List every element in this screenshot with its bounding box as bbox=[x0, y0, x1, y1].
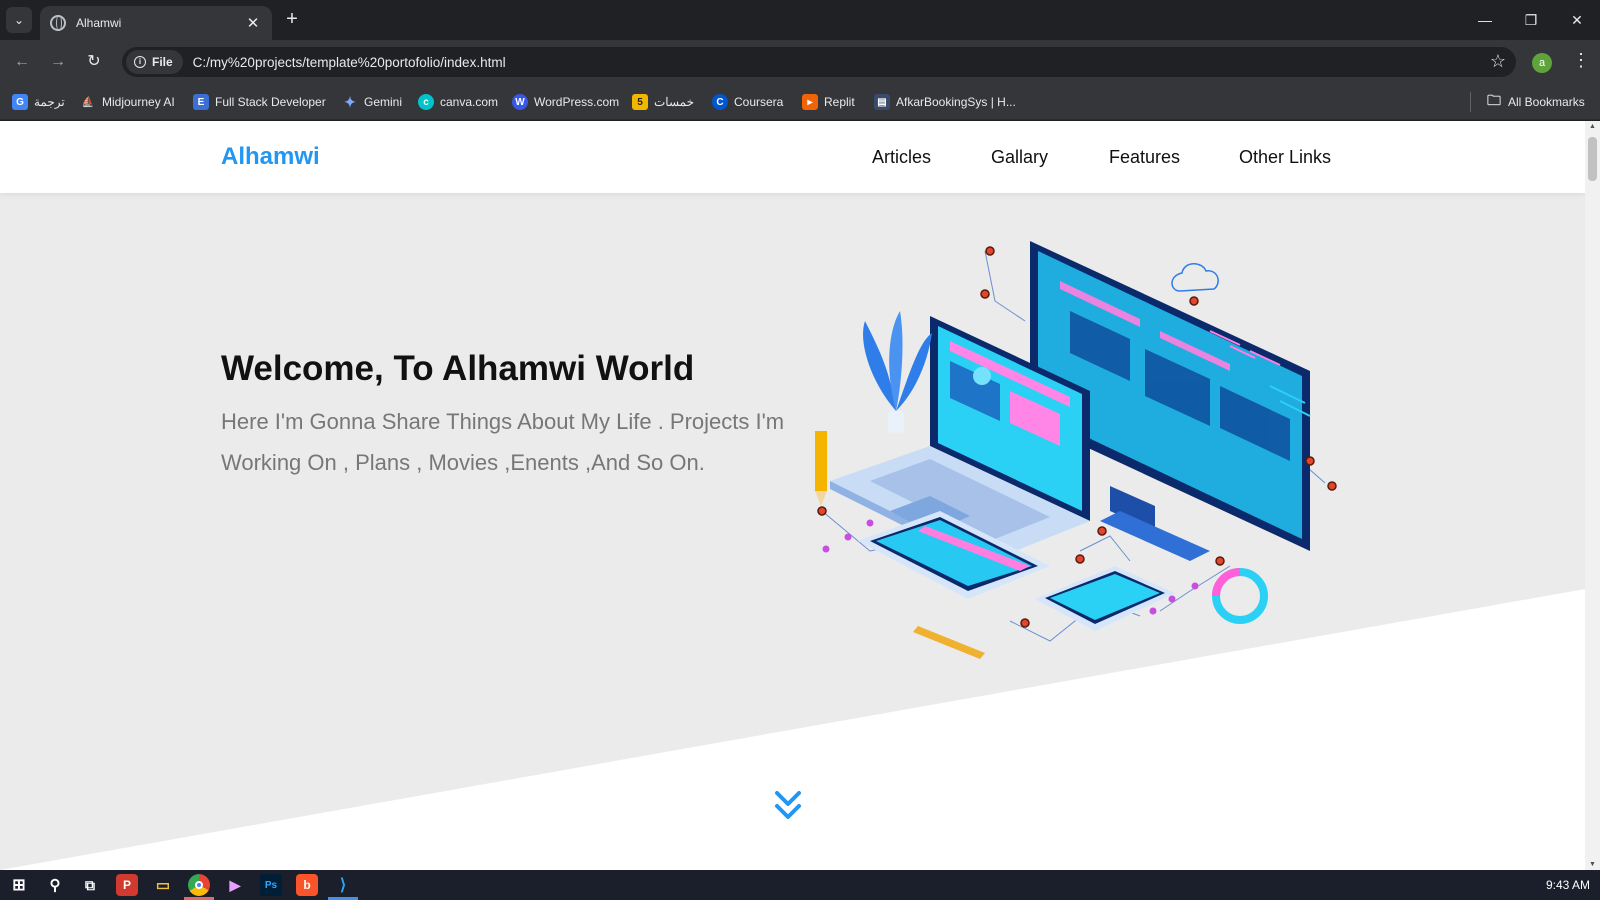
windows-taskbar: ⊞ ⚲ ⧉ P ▭ ▶ Ps b ⟩ 9:43 AM bbox=[0, 870, 1600, 900]
tab-search-button[interactable]: ⌄ bbox=[6, 7, 32, 33]
page-scrollbar[interactable]: ▲ ▼ bbox=[1585, 121, 1600, 870]
site-info-label: File bbox=[152, 55, 173, 69]
bookmark-label: Full Stack Developer bbox=[215, 95, 326, 109]
windows-start-icon[interactable]: ⊞ bbox=[8, 874, 30, 896]
scroll-down-chevron-icon[interactable] bbox=[773, 789, 803, 823]
minimize-button[interactable]: — bbox=[1462, 0, 1508, 40]
nav-link-features[interactable]: Features bbox=[1109, 147, 1180, 168]
new-tab-button[interactable]: + bbox=[280, 8, 304, 32]
hero-title: Welcome, To Alhamwi World bbox=[221, 349, 695, 388]
hero-description: Here I'm Gonna Share Things About My Lif… bbox=[221, 409, 785, 475]
bookmark-star-icon[interactable]: ☆ bbox=[1490, 51, 1506, 72]
bookmark-item[interactable]: ▸ Replit bbox=[802, 93, 855, 111]
tab-close-icon[interactable]: ✕ bbox=[244, 14, 262, 32]
browser-toolbar: ← → ↻ i File C:/my%20projects/template%2… bbox=[0, 40, 1600, 84]
coursera-icon: C bbox=[712, 94, 728, 110]
folder-icon: 🗀 bbox=[1487, 92, 1501, 108]
bookmark-item[interactable]: c canva.com bbox=[418, 93, 498, 111]
media-player-icon[interactable]: ▶ bbox=[224, 874, 246, 896]
back-button[interactable]: ← bbox=[10, 50, 34, 74]
bookmarks-divider bbox=[1470, 92, 1471, 112]
brave-icon[interactable]: b bbox=[296, 874, 318, 896]
bookmark-label: ترجمة bbox=[34, 95, 65, 109]
bookmark-label: canva.com bbox=[440, 95, 499, 109]
bookmark-item[interactable]: ✦ Gemini bbox=[342, 93, 402, 111]
nav-link-articles[interactable]: Articles bbox=[872, 147, 931, 168]
gemini-sparkle-icon: ✦ bbox=[344, 93, 356, 110]
tab-title: Alhamwi bbox=[76, 16, 122, 30]
taskbar-clock[interactable]: 9:43 AM bbox=[1546, 878, 1590, 892]
bookmark-label: Coursera bbox=[734, 95, 784, 109]
info-icon: i bbox=[134, 56, 146, 68]
page-viewport: Alhamwi Articles Gallary Features Other … bbox=[0, 121, 1585, 870]
browser-tab-active[interactable]: Alhamwi ✕ bbox=[40, 6, 272, 40]
bookmark-item[interactable]: ⛵ Midjourney AI bbox=[80, 93, 175, 111]
close-window-button[interactable]: ✕ bbox=[1554, 0, 1600, 40]
chrome-icon[interactable] bbox=[188, 874, 210, 896]
url-text[interactable]: C:/my%20projects/template%20portofolio/i… bbox=[193, 55, 506, 70]
nav-link-gallary[interactable]: Gallary bbox=[991, 147, 1048, 168]
browser-menu-icon[interactable]: ⋮ bbox=[1572, 50, 1590, 71]
globe-icon bbox=[50, 15, 66, 31]
address-bar[interactable]: i File C:/my%20projects/template%20porto… bbox=[122, 47, 1516, 77]
bookmark-label: Midjourney AI bbox=[102, 95, 175, 109]
restore-button[interactable]: ❐ bbox=[1508, 0, 1554, 40]
scrollbar-thumb[interactable] bbox=[1588, 137, 1597, 181]
task-view-icon[interactable]: ⧉ bbox=[79, 874, 101, 896]
nav-link-other-links[interactable]: Other Links bbox=[1239, 147, 1331, 168]
scroll-up-arrow-icon[interactable]: ▲ bbox=[1588, 123, 1597, 130]
scroll-down-arrow-icon[interactable]: ▼ bbox=[1588, 861, 1597, 868]
bookmark-label: خمسات bbox=[654, 95, 695, 109]
all-bookmarks-button[interactable]: 🗀 All Bookmarks bbox=[1486, 92, 1585, 111]
site-info-chip[interactable]: i File bbox=[126, 50, 183, 74]
forward-button[interactable]: → bbox=[46, 50, 70, 74]
all-bookmarks-label: All Bookmarks bbox=[1508, 95, 1585, 109]
bookmark-label: Replit bbox=[824, 95, 855, 109]
bookmark-label: Gemini bbox=[364, 95, 403, 109]
afkar-icon: ▤ bbox=[874, 94, 890, 110]
tab-strip: ⌄ Alhamwi ✕ + — ❐ ✕ bbox=[0, 0, 1600, 40]
bookmark-item[interactable]: ▤ AfkarBookingSys | H... bbox=[874, 93, 1016, 111]
reload-button[interactable]: ↻ bbox=[82, 50, 106, 74]
search-icon[interactable]: ⚲ bbox=[44, 874, 66, 896]
bookmark-item[interactable]: G ترجمة bbox=[12, 93, 65, 111]
bookmarks-bar: G ترجمة ⛵ Midjourney AI E Full Stack Dev… bbox=[0, 84, 1600, 120]
bookmark-item[interactable]: E Full Stack Developer bbox=[193, 93, 326, 111]
vscode-icon[interactable]: ⟩ bbox=[332, 874, 354, 896]
khamsat-icon: 5 bbox=[632, 94, 648, 110]
letter-e-icon: E bbox=[193, 94, 209, 110]
hero-illustration bbox=[815, 241, 1337, 659]
google-translate-icon: G bbox=[12, 94, 28, 110]
wps-icon[interactable]: P bbox=[116, 874, 138, 896]
site-logo[interactable]: Alhamwi bbox=[221, 143, 320, 171]
profile-avatar[interactable]: a bbox=[1532, 53, 1552, 73]
wordpress-icon: W bbox=[512, 94, 528, 110]
bookmark-label: AfkarBookingSys | H... bbox=[896, 95, 1016, 109]
site-header: Alhamwi Articles Gallary Features Other … bbox=[0, 121, 1585, 193]
canva-icon: c bbox=[418, 94, 434, 110]
bookmark-label: WordPress.com bbox=[534, 95, 620, 109]
photoshop-icon[interactable]: Ps bbox=[260, 874, 282, 896]
replit-icon: ▸ bbox=[802, 94, 818, 110]
bookmark-item[interactable]: W WordPress.com bbox=[512, 93, 619, 111]
bookmark-item[interactable]: 5 خمسات bbox=[632, 93, 694, 111]
file-explorer-icon[interactable]: ▭ bbox=[152, 874, 174, 896]
bookmark-item[interactable]: C Coursera bbox=[712, 93, 783, 111]
midjourney-icon: ⛵ bbox=[81, 96, 95, 108]
